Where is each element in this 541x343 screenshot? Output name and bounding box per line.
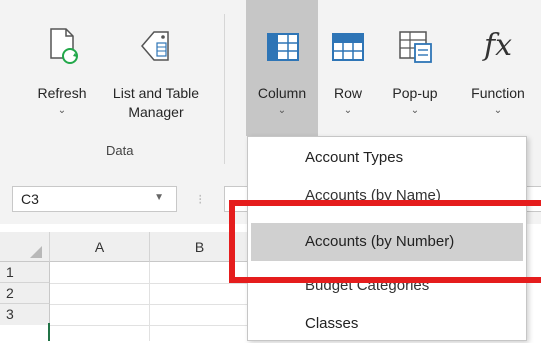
- chevron-down-icon: ⌄: [493, 105, 503, 116]
- chevron-down-icon: ⌄: [410, 105, 420, 116]
- name-box[interactable]: C3 ▼: [12, 186, 177, 212]
- fx-icon: fx: [478, 26, 518, 66]
- select-all-triangle-icon: [30, 246, 42, 258]
- chevron-down-icon: ⌄: [277, 105, 287, 116]
- name-box-dropdown-icon[interactable]: ▼: [154, 192, 164, 203]
- refresh-button[interactable]: Refresh ⌄: [26, 0, 98, 128]
- highlight-annotation-box: [229, 200, 541, 283]
- group-separator: [224, 14, 225, 164]
- row-header-2[interactable]: 2: [0, 283, 50, 304]
- function-label: Function: [471, 85, 525, 101]
- data-group-label: Data: [106, 143, 134, 158]
- list-and-table-manager-label: List and Table Manager: [106, 84, 206, 122]
- gridline: [50, 304, 250, 305]
- popup-label: Pop-up: [392, 85, 438, 101]
- menu-item-account-types[interactable]: Account Types: [248, 139, 526, 177]
- gridline: [149, 262, 150, 341]
- refresh-document-icon: [50, 28, 78, 64]
- column-label: Column: [257, 85, 307, 101]
- popup-button[interactable]: Pop-up ⌄: [378, 0, 452, 128]
- column-header-a[interactable]: A: [50, 232, 150, 262]
- row-button[interactable]: Row ⌄: [320, 0, 376, 128]
- column-button[interactable]: Column ⌄: [246, 0, 318, 136]
- table-row-icon: [332, 33, 364, 61]
- table-column-icon: [267, 33, 299, 61]
- select-all-corner[interactable]: [0, 232, 50, 262]
- name-box-value: C3: [21, 191, 39, 207]
- fx-glyph: fx: [483, 28, 513, 63]
- list-manager-label-text: List and Table Manager: [112, 85, 200, 120]
- list-and-table-manager-button[interactable]: List and Table Manager: [106, 0, 206, 128]
- row-header-3[interactable]: 3: [0, 304, 50, 325]
- gridline: [50, 325, 250, 326]
- row-header-1[interactable]: 1: [0, 262, 50, 283]
- menu-item-classes[interactable]: Classes: [248, 305, 526, 343]
- row-label: Row: [333, 85, 362, 101]
- chevron-down-icon: ⌄: [57, 105, 67, 116]
- formula-bar-grip[interactable]: ⁝: [198, 191, 203, 208]
- chevron-down-icon: ⌄: [343, 105, 353, 116]
- gridline: [50, 283, 250, 284]
- function-button[interactable]: fx Function ⌄: [458, 0, 538, 128]
- active-cell-indicator: [48, 323, 50, 341]
- list-tag-icon: [141, 31, 169, 61]
- refresh-label: Refresh: [37, 85, 87, 101]
- table-popup-icon: [399, 31, 432, 63]
